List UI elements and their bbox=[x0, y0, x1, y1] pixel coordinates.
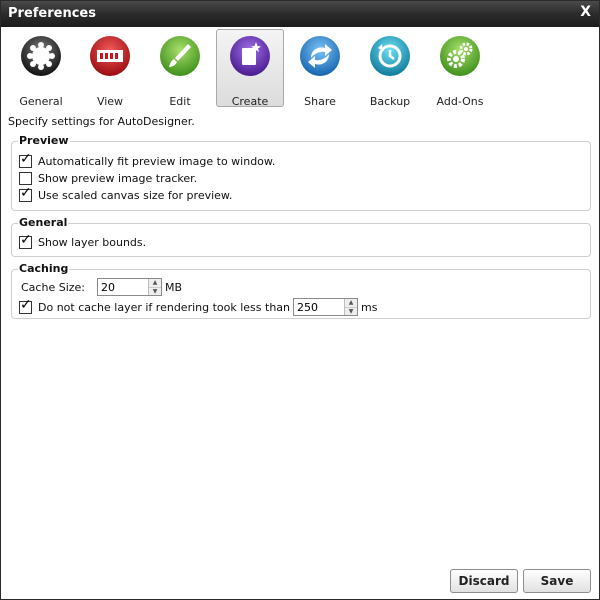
spin-down-icon[interactable]: ▼ bbox=[149, 287, 161, 296]
share-arrows-icon bbox=[300, 36, 340, 76]
cache-size-input[interactable] bbox=[98, 279, 148, 295]
tab-label: General bbox=[19, 95, 63, 108]
tab-add-ons[interactable]: Add-Ons bbox=[426, 29, 494, 108]
gear-flower-icon bbox=[21, 36, 61, 76]
film-strip-icon bbox=[90, 36, 130, 76]
gears-icon bbox=[440, 36, 480, 76]
option-label: Show preview image tracker. bbox=[38, 171, 198, 185]
tab-label: Add-Ons bbox=[436, 95, 484, 108]
option-label: Do not cache layer if rendering took les… bbox=[38, 300, 291, 314]
spin-down-icon[interactable]: ▼ bbox=[345, 307, 358, 316]
caching-group: Caching Cache Size: ▲ ▼ MB Do not cache … bbox=[11, 262, 591, 319]
option-scaled-canvas[interactable]: Use scaled canvas size for preview. bbox=[19, 185, 233, 203]
option-layer-bounds[interactable]: Show layer bounds. bbox=[19, 232, 147, 250]
spin-up-icon[interactable]: ▲ bbox=[345, 299, 357, 307]
option-label: Automatically fit preview image to windo… bbox=[38, 154, 276, 168]
tab-edit[interactable]: Edit bbox=[146, 29, 214, 108]
checkbox[interactable] bbox=[19, 151, 32, 168]
render-time-input[interactable] bbox=[294, 299, 345, 315]
tab-label: Backup bbox=[369, 95, 411, 108]
dialog-footer: Discard Save bbox=[1, 561, 599, 599]
cache-size-row: Cache Size: ▲ ▼ MB bbox=[19, 277, 182, 297]
tab-label: Edit bbox=[169, 95, 191, 108]
new-document-icon bbox=[230, 36, 270, 76]
render-time-stepper[interactable]: ▲ ▼ bbox=[293, 298, 359, 316]
render-time-unit: ms bbox=[361, 300, 378, 314]
tab-backup[interactable]: Backup bbox=[356, 29, 424, 108]
tab-create[interactable]: Create bbox=[216, 29, 284, 108]
tab-label: View bbox=[96, 95, 124, 108]
group-title: Caching bbox=[18, 262, 70, 275]
backup-clock-icon bbox=[370, 36, 410, 76]
window-title: Preferences bbox=[8, 6, 96, 21]
option-auto-fit[interactable]: Automatically fit preview image to windo… bbox=[19, 151, 276, 169]
preferences-window: Preferences X General View Edit Create S… bbox=[0, 0, 600, 600]
spin-up-icon[interactable]: ▲ bbox=[149, 279, 161, 287]
group-title: Preview bbox=[18, 134, 70, 147]
tab-general[interactable]: General bbox=[7, 29, 75, 108]
tab-view[interactable]: View bbox=[76, 29, 144, 108]
option-no-cache[interactable]: Do not cache layer if rendering took les… bbox=[19, 297, 377, 317]
checkbox[interactable] bbox=[19, 232, 32, 249]
category-toolbar: General View Edit Create Share Backup Ad… bbox=[1, 27, 599, 111]
checkbox[interactable] bbox=[19, 171, 32, 185]
checkbox[interactable] bbox=[19, 297, 32, 314]
tab-label: Share bbox=[304, 95, 336, 108]
tab-share[interactable]: Share bbox=[286, 29, 354, 108]
tab-label: Create bbox=[231, 95, 269, 108]
option-label: Show layer bounds. bbox=[38, 235, 147, 249]
checkbox[interactable] bbox=[19, 185, 32, 202]
option-label: Use scaled canvas size for preview. bbox=[38, 188, 233, 202]
general-group: General Show layer bounds. bbox=[11, 216, 591, 257]
option-preview-tracker[interactable]: Show preview image tracker. bbox=[19, 170, 197, 186]
save-button[interactable]: Save bbox=[523, 569, 591, 593]
title-bar: Preferences X bbox=[1, 1, 599, 27]
cache-size-unit: MB bbox=[165, 280, 183, 294]
cache-size-label: Cache Size: bbox=[21, 280, 85, 294]
cache-size-stepper[interactable]: ▲ ▼ bbox=[97, 278, 162, 296]
brush-icon bbox=[160, 36, 200, 76]
preview-group: Preview Automatically fit preview image … bbox=[11, 134, 591, 211]
close-icon[interactable]: X bbox=[580, 4, 591, 20]
discard-button[interactable]: Discard bbox=[450, 569, 518, 593]
settings-panel: Specify settings for AutoDesigner. Previ… bbox=[1, 111, 599, 561]
page-description: Specify settings for AutoDesigner. bbox=[8, 115, 195, 128]
group-title: General bbox=[18, 216, 69, 229]
